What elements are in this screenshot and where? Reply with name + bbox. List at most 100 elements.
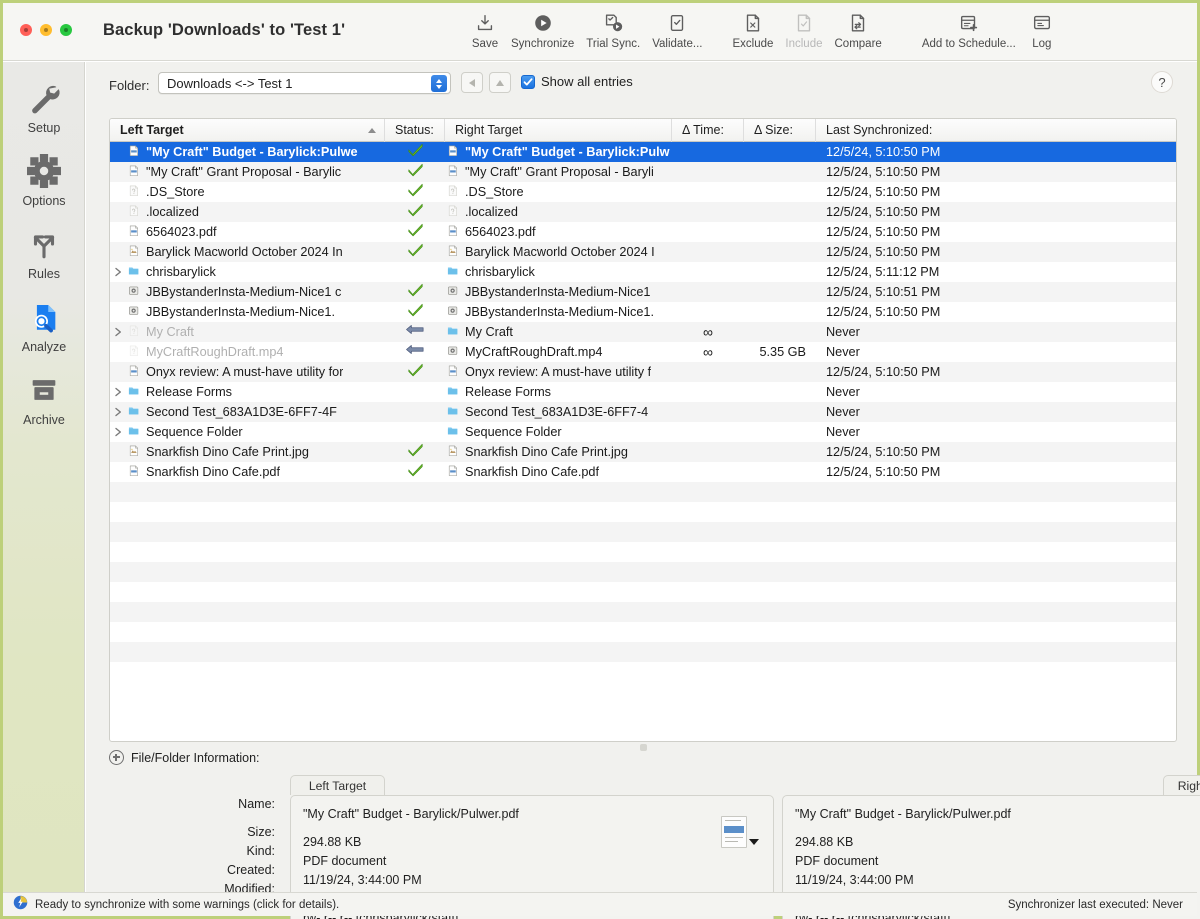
folder-select[interactable]: Downloads <-> Test 1	[158, 72, 451, 94]
close-button[interactable]	[20, 24, 32, 36]
table-row[interactable]: "My Craft" Budget - Barylick:Pulwe "My Cr…	[110, 142, 1176, 162]
table-row[interactable]: Sequence Folder Sequence Folder Never	[110, 422, 1176, 442]
panel-splitter[interactable]	[109, 743, 1177, 752]
cell-delta-size	[744, 442, 816, 462]
cell-status	[385, 162, 445, 182]
cell-status	[385, 182, 445, 202]
toolbar-button-compare[interactable]: Compare	[829, 8, 888, 50]
right-target-name: "My Craft" Grant Proposal - Baryli	[465, 165, 654, 179]
table-row[interactable]: chrisbarylick chrisbarylick 12/5/24, 5:11:…	[110, 262, 1176, 282]
schedule-add-icon	[958, 10, 980, 36]
sidebar-item-options[interactable]: Options	[3, 135, 85, 208]
left-target-name: "My Craft" Budget - Barylick:Pulwe	[146, 145, 358, 159]
disclosure-triangle-icon[interactable]	[110, 327, 126, 337]
caret-down-icon[interactable]	[749, 839, 759, 845]
archive-box-icon	[27, 370, 61, 410]
cell-last-synchronized: 12/5/24, 5:10:50 PM	[816, 242, 1176, 262]
last-synchronized-value: 12/5/24, 5:10:50 PM	[826, 365, 941, 379]
column-header-right[interactable]: Right Target	[445, 119, 672, 142]
table-row[interactable]: Barylick Macworld October 2024 In Barylic…	[110, 242, 1176, 262]
left-target-name: JBBystanderInsta-Medium-Nice1 c	[146, 285, 342, 299]
nav-back-button[interactable]	[461, 72, 483, 93]
toolbar-button-log[interactable]: Log	[1022, 8, 1062, 50]
chevron-up-icon	[496, 79, 504, 86]
table-row[interactable]: Onyx review: A must-have utility for Onyx…	[110, 362, 1176, 382]
cell-delta-time	[672, 182, 744, 202]
table-row[interactable]: Snarkfish Dino Cafe.pdf Snarkfish Dino Ca…	[110, 462, 1176, 482]
minimize-button[interactable]	[40, 24, 52, 36]
folder-icon	[445, 425, 463, 440]
disclosure-triangle-icon[interactable]	[110, 387, 126, 397]
cell-right-target: JBBystanderInsta-Medium-Nice1.	[445, 302, 672, 322]
toolbar-button-add-to-schedule[interactable]: Add to Schedule...	[916, 8, 1022, 50]
status-last-executed-value: Never	[1152, 898, 1183, 911]
tab-left-target-label: Left Target	[308, 778, 367, 793]
table-row[interactable]: Snarkfish Dino Cafe Print.jpg Snarkfish D…	[110, 442, 1176, 462]
toolbar-button-trial-sync[interactable]: Trial Sync.	[580, 8, 646, 50]
tab-left-target[interactable]: Left Target	[290, 775, 385, 795]
sidebar-item-analyze[interactable]: Analyze	[3, 281, 85, 354]
disclosure-triangle-icon[interactable]	[110, 267, 126, 277]
sidebar-item-archive[interactable]: Archive	[3, 354, 85, 427]
column-header-left[interactable]: Left Target	[110, 119, 385, 142]
right-target-name: My Craft	[465, 325, 513, 339]
cell-left-target: 6564023.pdf	[110, 222, 385, 242]
column-header-time[interactable]: Δ Time:	[672, 119, 744, 142]
disclosure-triangle-icon[interactable]	[110, 427, 126, 437]
disclosure-triangle-icon[interactable]	[110, 407, 126, 417]
cell-status	[385, 362, 445, 382]
comparison-table: Left Target Status: Right Target Δ Time: Δ S…	[109, 118, 1177, 742]
pdf-file-icon	[445, 145, 463, 160]
delta-size-value: 5.35 GB	[759, 345, 806, 359]
movie-file-icon	[445, 305, 463, 320]
left-target-name: MyCraftRoughDraft.mp4	[146, 345, 284, 359]
toolbar-button-exclude[interactable]: Exclude	[726, 8, 779, 50]
show-all-entries-checkbox[interactable]: Show all entries	[521, 74, 633, 89]
left-file-preview[interactable]	[721, 816, 759, 848]
table-row[interactable]: .DS_Store .DS_Store 12/5/24, 5:10:50 PM	[110, 182, 1176, 202]
sidebar-item-label: Archive	[23, 413, 65, 427]
info-left-kind: PDF document	[303, 854, 387, 868]
folder-select-value: Downloads <-> Test 1	[167, 75, 293, 91]
table-row[interactable]: JBBystanderInsta-Medium-Nice1 c JBBystand…	[110, 282, 1176, 302]
table-empty-row	[110, 642, 1176, 662]
table-row[interactable]: .localized .localized 12/5/24, 5:10:50 PM	[110, 202, 1176, 222]
folder-bar: Folder: Downloads <-> Test 1 Show all en…	[86, 62, 1197, 112]
last-synchronized-value: Never	[826, 325, 860, 339]
status-last-executed: Synchronizer last executed: Never	[1008, 899, 1183, 911]
column-header-status[interactable]: Status:	[385, 119, 445, 142]
column-header-size[interactable]: Δ Size:	[744, 119, 816, 142]
pdf-file-icon	[126, 225, 144, 240]
column-header-sync[interactable]: Last Synchronized:	[816, 119, 1176, 142]
unknown-file-icon	[445, 205, 463, 220]
status-message-group[interactable]: Ready to synchronize with some warnings …	[13, 895, 339, 915]
table-row[interactable]: Release Forms Release Forms Never	[110, 382, 1176, 402]
table-row[interactable]: MyCraftRoughDraft.mp4 MyCraftRoughDraft.m…	[110, 342, 1176, 362]
right-target-name: JBBystanderInsta-Medium-Nice1.	[465, 305, 654, 319]
tab-right-target[interactable]: Right Target	[1163, 775, 1200, 795]
sidebar-item-setup[interactable]: Setup	[3, 62, 85, 135]
toolbar-button-synchronize[interactable]: Synchronize	[505, 8, 580, 50]
pdf-file-icon	[126, 145, 144, 160]
nav-up-button[interactable]	[489, 72, 511, 93]
sidebar-item-rules[interactable]: Rules	[3, 208, 85, 281]
info-label-kind: Kind:	[246, 844, 276, 858]
table-row[interactable]: My Craft My Craft ∞ Never	[110, 322, 1176, 342]
table-row[interactable]: "My Craft" Grant Proposal - Barylic "My C…	[110, 162, 1176, 182]
cell-last-synchronized: Never	[816, 322, 1176, 342]
unknown-file-icon	[126, 325, 144, 340]
cell-last-synchronized: 12/5/24, 5:10:50 PM	[816, 442, 1176, 462]
table-row[interactable]: 6564023.pdf 6564023.pdf 12/5/24, 5:10:50 P…	[110, 222, 1176, 242]
app-warning-icon	[13, 895, 28, 915]
toolbar-button-save[interactable]: Save	[465, 8, 505, 50]
cell-left-target: Snarkfish Dino Cafe Print.jpg	[110, 442, 385, 462]
toolbar-button-validate[interactable]: Validate...	[646, 8, 708, 50]
table-row[interactable]: JBBystanderInsta-Medium-Nice1. JBBystande…	[110, 302, 1176, 322]
zoom-button[interactable]	[60, 24, 72, 36]
table-row[interactable]: Second Test_683A1D3E-6FF7-4F Second Test_…	[110, 402, 1176, 422]
sidebar: Setup Options Rules Analyze Archive	[3, 62, 85, 895]
help-button[interactable]: ?	[1151, 71, 1173, 93]
info-disclosure[interactable]: File/Folder Information:	[109, 750, 260, 765]
wrench-icon	[27, 78, 61, 118]
status-check-icon	[407, 162, 424, 182]
